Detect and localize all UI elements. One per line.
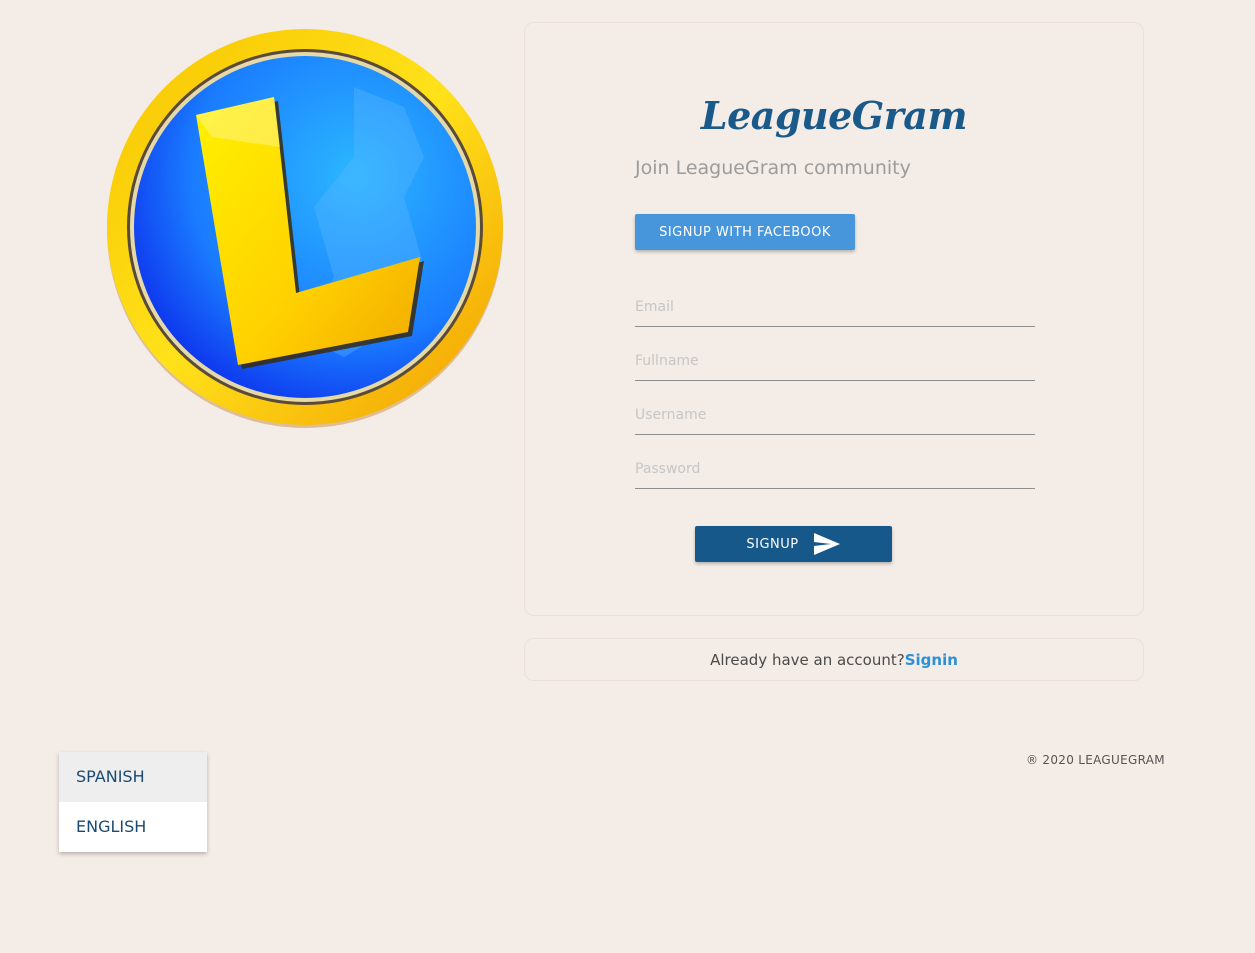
language-option-english[interactable]: ENGLISH (59, 802, 207, 852)
copyright-text: ® 2020 LEAGUEGRAM (1026, 753, 1165, 767)
signin-prompt: Already have an account? (710, 650, 905, 669)
fullname-field[interactable] (635, 342, 1035, 381)
signup-card: LeagueGram Join LeagueGram community SIG… (524, 22, 1144, 616)
league-l-emblem-icon (104, 27, 506, 429)
username-field[interactable] (635, 396, 1035, 435)
signin-bar: Already have an account? Signin (524, 638, 1144, 681)
signup-button-label: SIGNUP (746, 536, 799, 552)
signup-facebook-button[interactable]: SIGNUP WITH FACEBOOK (635, 214, 855, 250)
brand-logo-text: LeagueGram (700, 93, 968, 138)
email-field[interactable] (635, 288, 1035, 327)
signup-button[interactable]: SIGNUP (695, 526, 892, 562)
tagline: Join LeagueGram community (635, 157, 911, 179)
language-option-spanish[interactable]: SPANISH (59, 752, 207, 802)
signup-page: LeagueGram Join LeagueGram community SIG… (0, 0, 1255, 953)
signin-link[interactable]: Signin (905, 651, 958, 669)
language-menu: SPANISH ENGLISH (59, 752, 207, 852)
send-icon (813, 532, 841, 556)
password-field[interactable] (635, 450, 1035, 489)
